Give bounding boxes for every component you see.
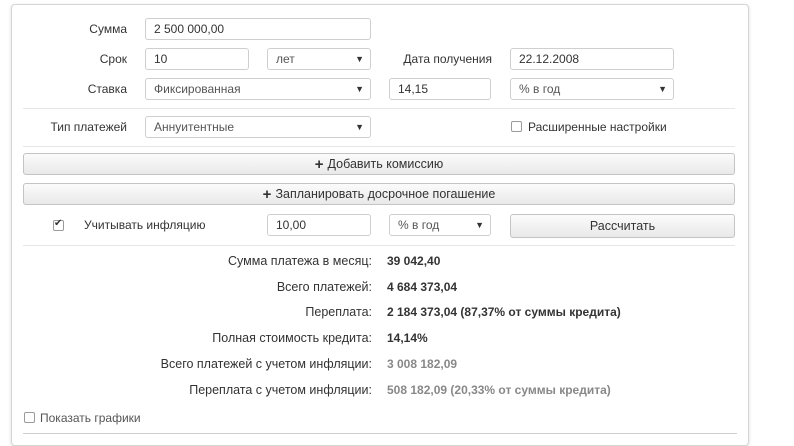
term-unit-value: лет [276,52,295,66]
divider [23,108,735,109]
result-value: 4 684 373,04 [387,280,458,294]
advanced-settings-label[interactable]: Расширенные настройки [528,117,667,137]
payment-type-value: Аннуитентные [154,120,235,134]
inflation-input[interactable]: 10,00 [267,214,371,236]
result-label: Переплата: [305,305,372,319]
result-label: Полная стоимость кредита: [212,331,372,345]
credit-calculator-panel: Сумма 2 500 000,00 Срок 10 лет ▼ Дата по… [11,4,749,446]
payment-type-select[interactable]: Аннуитентные ▼ [145,116,371,138]
rate-unit-value: % в год [519,82,561,96]
plus-icon: + [314,156,324,173]
advanced-settings-checkbox[interactable] [511,121,522,132]
triangle-down-icon: ▼ [355,122,364,132]
amount-label: Сумма [89,22,127,36]
plan-prepayment-label: Запланировать досрочное погашение [275,187,496,201]
inflation-unit-value: % в год [398,218,440,232]
divider [23,146,735,147]
result-value: 39 042,40 [387,254,441,268]
result-value: 3 008 182,09 [387,357,458,371]
rate-input[interactable]: 14,15 [389,78,491,100]
result-value: 14,14% [387,331,428,345]
plan-prepayment-button[interactable]: + Запланировать досрочное погашение [23,183,735,205]
amount-input[interactable]: 2 500 000,00 [145,18,371,40]
triangle-down-icon: ▼ [475,220,484,230]
triangle-down-icon: ▼ [658,84,667,94]
result-value: 2 184 373,04 (87,37% от суммы кредита) [387,305,621,319]
calculate-button[interactable]: Рассчитать [510,214,735,238]
result-label: Переплата с учетом инфляции: [189,383,372,397]
date-input[interactable]: 22.12.2008 [510,48,674,70]
triangle-down-icon: ▼ [355,54,364,64]
add-commission-label: Добавить комиссию [327,157,444,171]
term-input[interactable]: 10 [145,48,249,70]
result-value: 508 182,09 (20,33% от суммы кредита) [387,383,611,397]
rate-label: Ставка [87,82,127,96]
show-charts-checkbox[interactable] [24,412,35,423]
result-label: Всего платежей: [276,280,372,294]
inflation-label[interactable]: Учитывать инфляцию [84,215,205,235]
plus-icon: + [262,186,272,203]
rate-type-select[interactable]: Фиксированная ▼ [145,78,371,100]
term-unit-select[interactable]: лет ▼ [267,48,371,70]
inflation-checkbox[interactable] [53,218,64,231]
date-label: Дата получения [403,52,492,66]
result-label: Всего платежей с учетом инфляции: [160,357,372,371]
table-top-border [23,433,737,434]
rate-unit-select[interactable]: % в год ▼ [510,78,674,100]
result-label: Сумма платежа в месяц: [228,254,372,268]
divider [23,245,735,246]
show-charts-label[interactable]: Показать графики [40,408,141,428]
triangle-down-icon: ▼ [355,84,364,94]
term-label: Срок [99,52,127,66]
inflation-unit-select[interactable]: % в год ▼ [389,214,491,236]
rate-type-value: Фиксированная [154,82,241,96]
payment-type-label: Тип платежей [50,120,127,134]
add-commission-button[interactable]: + Добавить комиссию [23,153,735,175]
